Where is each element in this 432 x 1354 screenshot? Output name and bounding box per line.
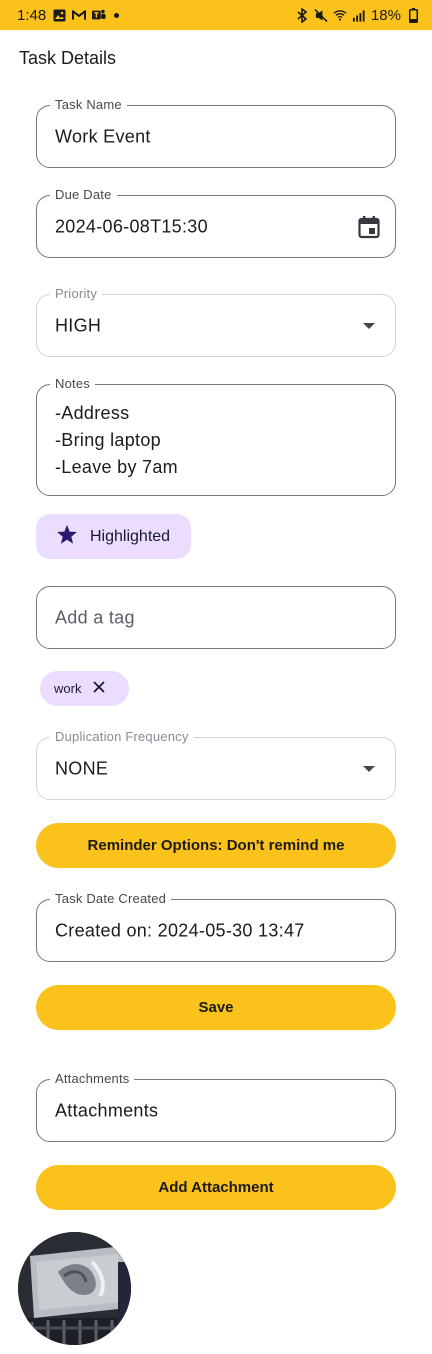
- date-created-label: Task Date Created: [50, 891, 172, 907]
- notes-line: -Leave by 7am: [55, 457, 178, 477]
- date-created-value: Created on: 2024-05-30 13:47: [55, 920, 305, 940]
- status-bar: 1:48 18%: [0, 0, 432, 30]
- tag-input[interactable]: Add a tag: [36, 586, 396, 649]
- notification-dot-icon: [114, 12, 120, 18]
- tag-input-placeholder: Add a tag: [55, 607, 135, 627]
- tag-chip-work[interactable]: work: [40, 671, 129, 706]
- priority-dropdown[interactable]: Priority HIGH: [36, 286, 396, 357]
- duplication-label: Duplication Frequency: [50, 729, 194, 745]
- attachments-label: Attachments: [50, 1071, 135, 1087]
- tag-chip-label: work: [54, 681, 82, 696]
- task-name-field[interactable]: Task Name Work Event: [36, 97, 396, 168]
- dropdown-arrow-icon[interactable]: [357, 314, 381, 338]
- teams-icon: [92, 8, 106, 22]
- due-date-field[interactable]: Due Date 2024-06-08T15:30: [36, 187, 396, 258]
- notes-label: Notes: [50, 376, 95, 392]
- priority-value: HIGH: [55, 315, 102, 335]
- bluetooth-icon: [295, 7, 309, 23]
- reminder-options-button[interactable]: Reminder Options: Don't remind me: [36, 823, 396, 868]
- due-date-label: Due Date: [50, 187, 117, 203]
- calendar-icon[interactable]: [357, 215, 381, 239]
- attachment-thumbnail[interactable]: [18, 1232, 131, 1345]
- mute-icon: [314, 8, 328, 22]
- task-name-label: Task Name: [50, 97, 127, 113]
- close-icon[interactable]: [93, 681, 106, 696]
- task-name-value: Work Event: [55, 126, 151, 146]
- battery-percent: 18%: [370, 6, 401, 24]
- star-icon: [56, 524, 78, 550]
- highlighted-chip-label: Highlighted: [90, 527, 171, 545]
- page-title: Task Details: [19, 48, 117, 68]
- notes-line: -Address: [55, 403, 130, 423]
- duplication-value: NONE: [55, 758, 109, 778]
- notes-line: -Bring laptop: [55, 430, 161, 450]
- task-date-created-field: Task Date Created Created on: 2024-05-30…: [36, 891, 396, 962]
- status-right: 18%: [295, 7, 420, 24]
- dropdown-arrow-icon[interactable]: [357, 757, 381, 781]
- attachments-value: Attachments: [55, 1100, 159, 1120]
- due-date-value: 2024-06-08T15:30: [55, 216, 208, 236]
- duplication-frequency-dropdown[interactable]: Duplication Frequency NONE: [36, 729, 396, 800]
- add-attachment-button[interactable]: Add Attachment: [36, 1165, 396, 1210]
- priority-label: Priority: [50, 286, 103, 302]
- gmail-icon: [72, 8, 87, 22]
- save-button[interactable]: Save: [36, 985, 396, 1030]
- highlighted-chip[interactable]: Highlighted: [36, 514, 191, 559]
- battery-icon: [406, 7, 420, 23]
- status-time: 1:48: [17, 6, 47, 24]
- image-icon: [52, 8, 66, 22]
- signal-icon: [352, 8, 366, 22]
- status-left: 1:48: [17, 6, 120, 24]
- notes-text: -Address -Bring laptop -Leave by 7am: [55, 400, 178, 481]
- wifi-icon: [333, 8, 347, 22]
- notes-field[interactable]: Notes -Address -Bring laptop -Leave by 7…: [36, 376, 396, 496]
- attachments-field[interactable]: Attachments Attachments: [36, 1071, 396, 1142]
